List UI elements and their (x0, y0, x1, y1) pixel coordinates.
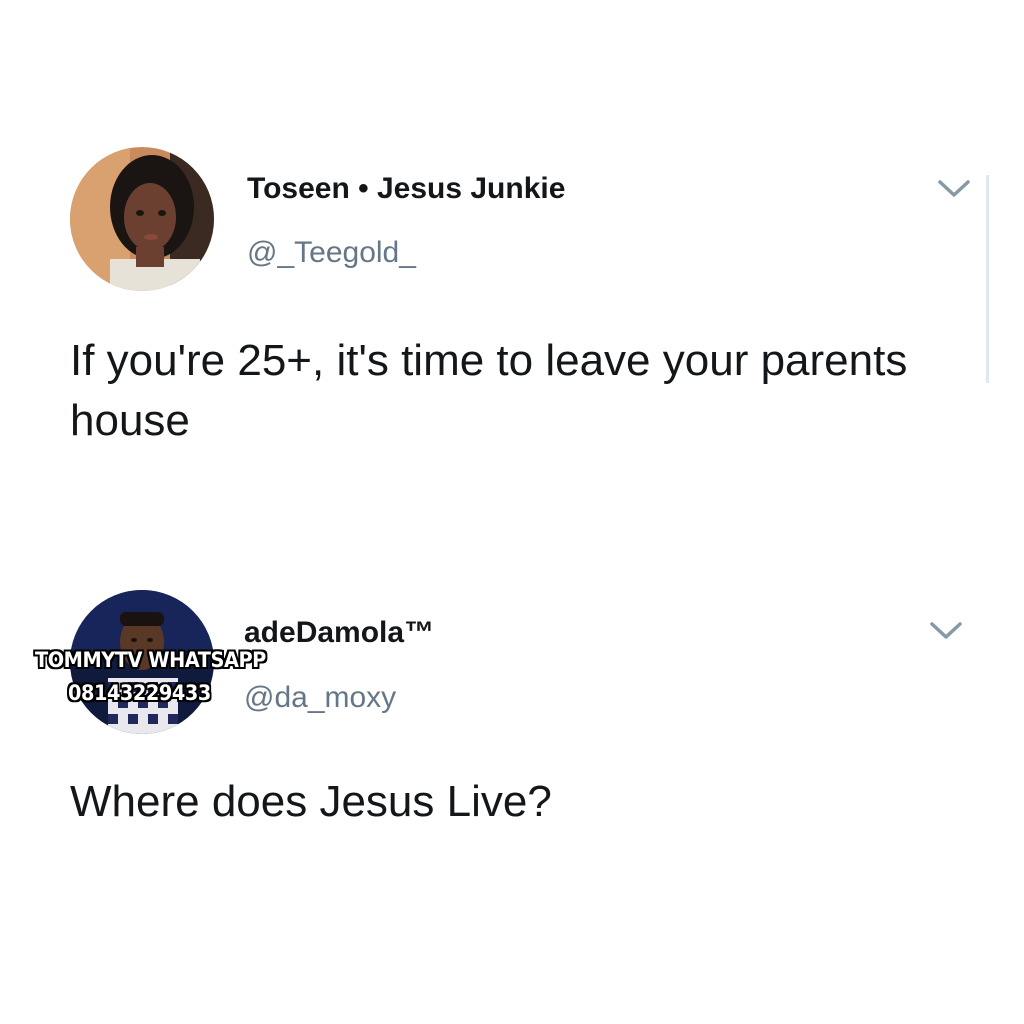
display-name[interactable]: adeDamola™ (244, 616, 434, 650)
watermark-line-2: 08143229433 (68, 681, 211, 705)
user-handle[interactable]: @_Teegold_ (247, 236, 416, 270)
tweet-text: Where does Jesus Live? (70, 777, 552, 826)
watermark-line-1: TOMMYTV WHATSAPP (35, 648, 266, 672)
avatar[interactable] (70, 147, 214, 291)
user-handle[interactable]: @da_moxy (244, 681, 396, 715)
chevron-down-icon[interactable] (934, 174, 974, 204)
profile-photo-icon (70, 147, 214, 291)
tweet-text: If you're 25+, it's time to leave your p… (70, 336, 908, 445)
tweet-2[interactable]: adeDamola™ @da_moxy Where does Jesus Liv… (0, 570, 1024, 870)
display-name[interactable]: Toseen • Jesus Junkie (247, 172, 565, 206)
tweet-1[interactable]: Toseen • Jesus Junkie @_Teegold_ If you'… (0, 0, 1024, 470)
chevron-down-icon[interactable] (926, 616, 966, 646)
